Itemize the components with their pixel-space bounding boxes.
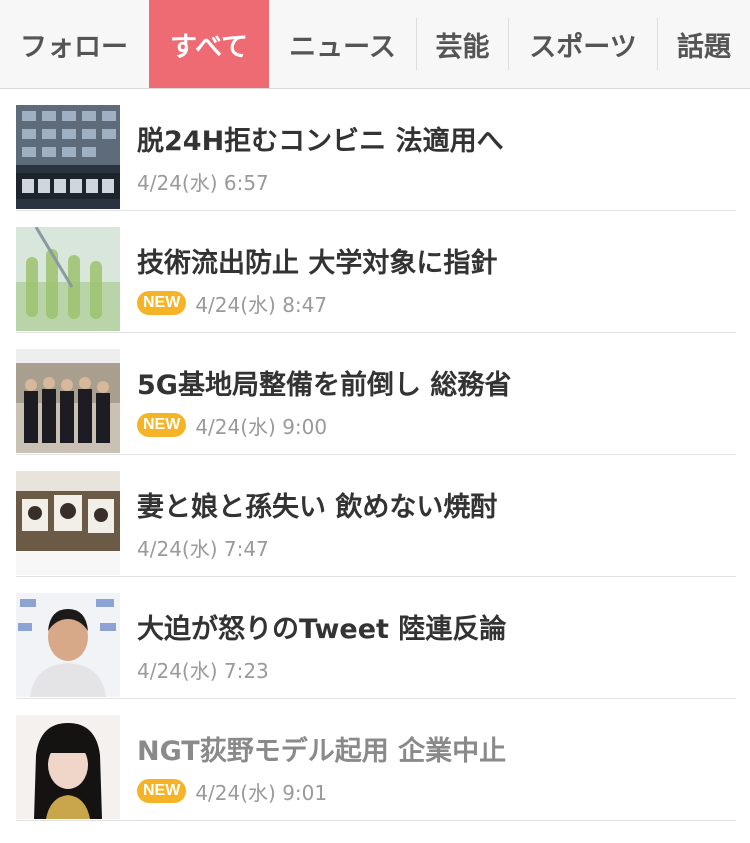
building-sign-thumbnail: [16, 105, 120, 209]
new-badge: NEW: [137, 779, 187, 803]
article-meta: NEW 4/24(水) 9:01: [137, 777, 327, 805]
article-item[interactable]: 5G基地局整備を前倒し 総務省 NEW 4/24(水) 9:00: [0, 333, 750, 455]
article-meta: 4/24(水) 7:47: [137, 533, 269, 561]
tab-news[interactable]: ニュース: [270, 0, 415, 88]
lab-test-tubes-thumbnail: [16, 227, 120, 331]
article-time: 4/24(水) 7:47: [137, 536, 269, 561]
tab-follow[interactable]: フォロー: [0, 0, 148, 88]
article-title: 5G基地局整備を前倒し 総務省: [137, 370, 512, 401]
article-title: 技術流出防止 大学対象に指針: [137, 248, 498, 279]
article-title: 脱24H拒むコンビニ 法適用へ: [137, 126, 504, 157]
new-badge: NEW: [137, 291, 187, 315]
article-time: 4/24(水) 7:23: [137, 658, 269, 683]
article-item[interactable]: 脱24H拒むコンビニ 法適用へ 4/24(水) 6:57: [0, 89, 750, 211]
article-item[interactable]: NGT荻野モデル起用 企業中止 NEW 4/24(水) 9:01: [0, 699, 750, 821]
article-item[interactable]: 妻と娘と孫失い 飲めない焼酎 4/24(水) 7:47: [0, 455, 750, 577]
category-tab-bar: フォロー すべて ニュース 芸能 スポーツ 話題: [0, 0, 750, 89]
idol-portrait-thumbnail: [16, 715, 120, 819]
new-badge: NEW: [137, 413, 187, 437]
press-conference-thumbnail: [16, 349, 120, 453]
article-time: 4/24(水) 9:01: [195, 780, 328, 805]
article-meta: NEW 4/24(水) 8:47: [137, 289, 327, 317]
tab-sports[interactable]: スポーツ: [509, 0, 657, 88]
article-meta: 4/24(水) 6:57: [137, 167, 269, 195]
article-meta: NEW 4/24(水) 9:00: [137, 411, 327, 439]
article-time: 4/24(水) 8:47: [195, 292, 328, 317]
family-photos-thumbnail: [16, 471, 120, 575]
article-meta: 4/24(水) 7:23: [137, 655, 269, 683]
article-time: 4/24(水) 9:00: [195, 414, 328, 439]
athlete-portrait-thumbnail: [16, 593, 120, 697]
article-title: NGT荻野モデル起用 企業中止: [137, 736, 507, 767]
tab-entertainment[interactable]: 芸能: [417, 0, 508, 88]
tab-all[interactable]: すべて: [149, 0, 269, 88]
divider: [16, 820, 736, 821]
article-title: 妻と娘と孫失い 飲めない焼酎: [137, 492, 498, 523]
tab-topics[interactable]: 話題: [658, 0, 750, 88]
article-item[interactable]: 大迫が怒りのTweet 陸連反論 4/24(水) 7:23: [0, 577, 750, 699]
article-title: 大迫が怒りのTweet 陸連反論: [137, 614, 507, 645]
article-time: 4/24(水) 6:57: [137, 170, 269, 195]
article-item[interactable]: 技術流出防止 大学対象に指針 NEW 4/24(水) 8:47: [0, 211, 750, 333]
